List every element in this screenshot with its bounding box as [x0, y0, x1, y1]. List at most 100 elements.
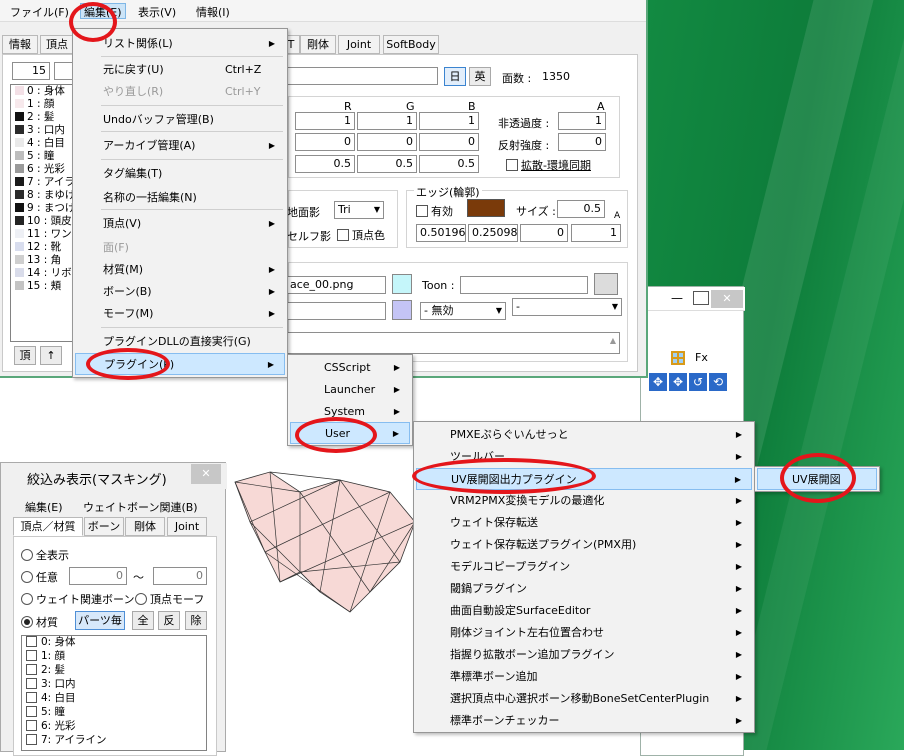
material-list-item[interactable]: 5 : 瞳 [11, 150, 73, 163]
fx-button[interactable]: Fx [695, 351, 708, 364]
material-index-field-2[interactable] [54, 62, 74, 80]
material-list-item[interactable]: 2 : 髪 [11, 111, 73, 124]
edge-enabled-checkbox[interactable]: 有効 [416, 203, 453, 219]
user-menu-item-5[interactable]: ウェイト保存転送プラグイン(PMX用) ▶ [416, 534, 752, 556]
edit-menu-item-5[interactable]: タグ編集(T) [75, 163, 285, 185]
mask-menu-edit[interactable]: 編集(E) [25, 499, 63, 515]
user-menu-item-10[interactable]: 指握り拡散ボーン追加プラグイン ▶ [416, 644, 752, 666]
edit-menu-item-1[interactable]: 元に戻す(U) Ctrl+Z [75, 59, 285, 81]
mask-material-item[interactable]: 1: 顔 [22, 650, 206, 664]
sync-checkbox[interactable]: 拡散-環境同期 [506, 157, 591, 173]
mask-material-item[interactable]: 7: アイライン [22, 734, 206, 748]
opt-any-radio[interactable]: 任意 [21, 569, 58, 585]
checkbox-icon[interactable] [26, 720, 37, 731]
name-en-button[interactable]: 英 [469, 67, 491, 86]
toon-select[interactable]: - ▼ [512, 298, 622, 316]
material-list-item[interactable]: 12 : 靴 [11, 241, 73, 254]
edit-menu-item-4[interactable]: アーカイブ管理(A) ▶ [75, 135, 285, 157]
material-list-item[interactable]: 3 : 口内 [11, 124, 73, 137]
edge-size-field[interactable]: 0.5 [557, 200, 605, 218]
user-menu-item-11[interactable]: 準標準ボーン追加 ▶ [416, 666, 752, 688]
user-menu-item-13[interactable]: 標準ボーンチェッカー ▶ [416, 710, 752, 732]
toon-color-swatch[interactable] [594, 273, 618, 295]
checkbox-icon[interactable] [26, 650, 37, 661]
view-maximize-button[interactable] [693, 291, 709, 305]
mask-material-item[interactable]: 2: 髪 [22, 664, 206, 678]
rotate-icon[interactable]: ↺ [689, 373, 707, 391]
opt-all-radio[interactable]: 全表示 [21, 547, 69, 563]
material-index-field[interactable]: 15 [12, 62, 50, 80]
material-list-item[interactable]: 4 : 白目 [11, 137, 73, 150]
edit-menu-item-2[interactable]: やり直し(R) Ctrl+Y [75, 81, 285, 103]
tab-softbody[interactable]: SoftBody [383, 35, 439, 54]
grid-icon[interactable] [671, 351, 685, 365]
mask-material-item[interactable]: 5: 瞳 [22, 706, 206, 720]
user-menu-item-7[interactable]: 閾鍋プラグイン ▶ [416, 578, 752, 600]
specular-r[interactable]: 0 [295, 133, 355, 151]
sphere-color-swatch[interactable] [392, 300, 412, 320]
user-menu-item-8[interactable]: 曲面自動設定SurfaceEditor ▶ [416, 600, 752, 622]
opt-vertex-morph-radio[interactable]: 頂点モーフ [135, 591, 204, 607]
checkbox-icon[interactable] [26, 706, 37, 717]
tab-rigidbody[interactable]: 剛体 [300, 35, 336, 54]
menu-info[interactable]: 情報(I) [196, 4, 230, 20]
edge-g[interactable]: 0.250980 [468, 224, 518, 242]
material-list-item[interactable]: 0 : 身体 [11, 85, 73, 98]
mask-menu-weight[interactable]: ウェイトボーン関連(B) [83, 499, 198, 515]
move-xy-icon[interactable]: ✥ [669, 373, 687, 391]
material-list-item[interactable]: 15 : 頬 [11, 280, 73, 293]
invert-button[interactable]: 反 [158, 611, 180, 630]
mask-material-item[interactable]: 0: 身体 [22, 636, 206, 650]
mask-tab-joint[interactable]: Joint [167, 517, 207, 536]
material-list-item[interactable]: 10 : 頭皮 [11, 215, 73, 228]
any-from-field[interactable]: 0 [69, 567, 127, 585]
edit-menu-item-3[interactable]: Undoバッファ管理(B) [75, 109, 285, 131]
move-icon[interactable]: ✥ [649, 373, 667, 391]
diffuse-g[interactable]: 1 [357, 112, 417, 130]
view-minimize-button[interactable]: — [671, 291, 691, 305]
alpha-field[interactable]: 1 [558, 112, 606, 130]
checkbox-icon[interactable] [26, 664, 37, 675]
remove-button[interactable]: 除 [185, 611, 207, 630]
material-list-item[interactable]: 6 : 光彩 [11, 163, 73, 176]
opt-material-radio[interactable]: 材質 [21, 614, 58, 630]
edge-a[interactable]: 1 [571, 224, 621, 242]
user-menu-item-12[interactable]: 選択頂点中心選択ボーン移動BoneSetCenterPlugin ▶ [416, 688, 752, 710]
edit-menu-item-6[interactable]: 名称の一括編集(N) [75, 187, 285, 209]
up-button[interactable]: ↑ [40, 346, 62, 365]
masking-close-button[interactable]: ✕ [191, 464, 221, 484]
plugin-item-launcher[interactable]: Launcher ▶ [290, 379, 410, 401]
material-list-item[interactable]: 9 : まつげ [11, 202, 75, 215]
plugin-item-csscript[interactable]: CSScript ▶ [290, 357, 410, 379]
parts-button[interactable]: パーツ毎 [75, 611, 125, 630]
menu-file[interactable]: ファイル(F) [10, 4, 69, 20]
edit-menu-item-7[interactable]: 頂点(V) ▶ [75, 213, 285, 235]
mask-material-item[interactable]: 4: 白目 [22, 692, 206, 706]
edit-menu-item-10[interactable]: ボーン(B) ▶ [75, 281, 285, 303]
user-menu-item-0[interactable]: PMXEぷらぐいんせっと ▶ [416, 424, 752, 446]
material-list-item[interactable]: 13 : 角 [11, 254, 73, 267]
vertex-color-checkbox[interactable]: 頂点色 [337, 227, 385, 243]
user-menu-item-9[interactable]: 剛体ジョイント左右位置合わせ ▶ [416, 622, 752, 644]
material-name-field[interactable] [286, 67, 438, 85]
all-button[interactable]: 全 [132, 611, 154, 630]
diffuse-b[interactable]: 1 [419, 112, 479, 130]
edge-r[interactable]: 0.501960 [416, 224, 466, 242]
tab-info[interactable]: 情報 [2, 35, 38, 54]
checkbox-icon[interactable] [26, 678, 37, 689]
mask-tab-vertex-material[interactable]: 頂点／材質 [13, 517, 83, 536]
material-list-item[interactable]: 1 : 顔 [11, 98, 73, 111]
checkbox-icon[interactable] [26, 734, 37, 745]
edit-menu-item-11[interactable]: モーフ(M) ▶ [75, 303, 285, 325]
material-list-item[interactable]: 8 : まゆげ [11, 189, 75, 202]
checkbox-icon[interactable] [26, 692, 37, 703]
checkbox-icon[interactable] [26, 636, 37, 647]
texture-field[interactable]: ace_00.png [286, 276, 386, 294]
ambient-g[interactable]: 0.5 [357, 155, 417, 173]
top-button[interactable]: 頂 [14, 346, 36, 365]
shadow-select[interactable]: Tri ▼ [334, 201, 384, 219]
toon-field[interactable] [460, 276, 588, 294]
user-menu-item-4[interactable]: ウェイト保存転送 ▶ [416, 512, 752, 534]
edge-b[interactable]: 0 [520, 224, 568, 242]
specular-g[interactable]: 0 [357, 133, 417, 151]
